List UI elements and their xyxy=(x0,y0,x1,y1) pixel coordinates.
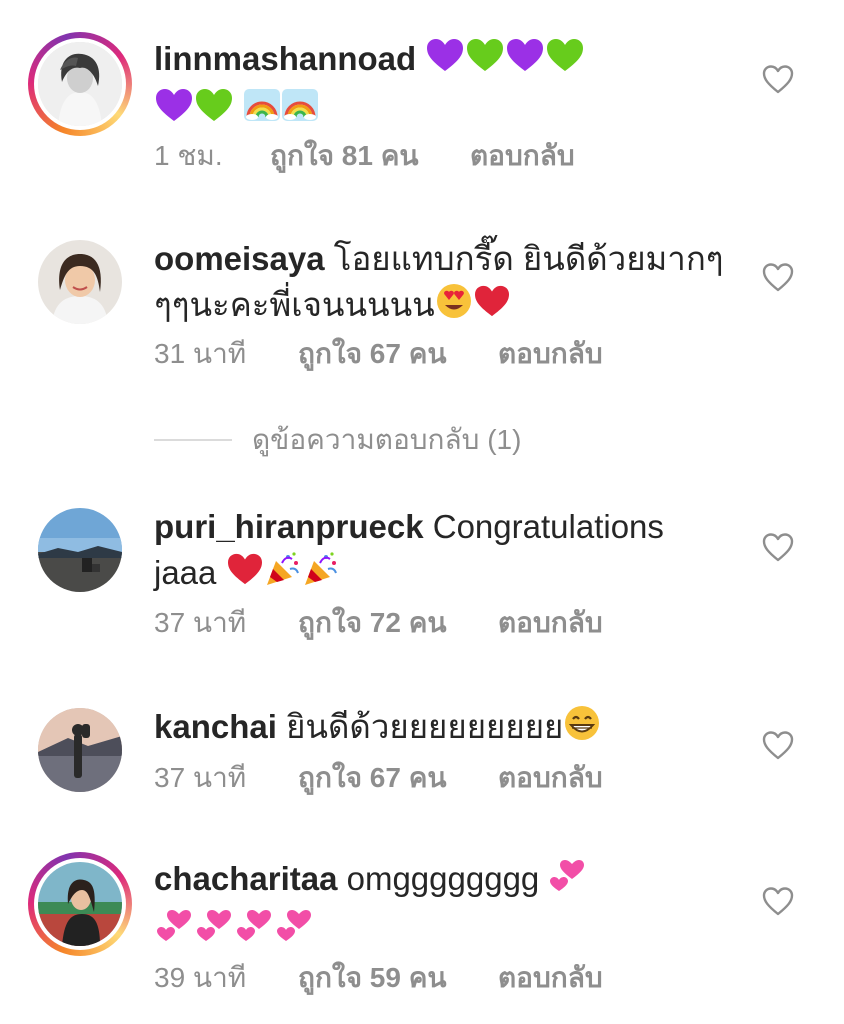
red-heart-icon xyxy=(226,552,264,598)
like-heart-icon[interactable] xyxy=(762,886,794,916)
comment-text: omgggggggg xyxy=(346,860,540,897)
reply-button[interactable]: ตอบกลับ xyxy=(498,334,603,374)
comment-username[interactable]: linnmashannoad xyxy=(154,40,416,77)
comment-time: 37 นาที xyxy=(154,607,247,638)
comment-username[interactable]: puri_hiranprueck xyxy=(154,508,424,545)
like-heart-icon[interactable] xyxy=(762,730,794,760)
two-hearts-icon xyxy=(234,907,274,955)
comment-text-line2: jaaa xyxy=(154,554,217,591)
comment-username[interactable]: kanchai xyxy=(154,708,277,745)
two-hearts-icon xyxy=(548,857,586,905)
comment-likes-count[interactable]: ถูกใจ 81 คน xyxy=(270,136,419,176)
avatar[interactable] xyxy=(38,708,122,792)
party-popper-icon xyxy=(302,551,340,599)
green-heart-icon xyxy=(194,87,234,135)
avatar[interactable] xyxy=(38,508,122,592)
purple-heart-icon xyxy=(154,87,194,135)
view-replies-label[interactable]: ดูข้อความตอบกลับ (1) xyxy=(252,420,521,460)
two-hearts-icon xyxy=(194,907,234,955)
comment-likes-count[interactable]: ถูกใจ 67 คน xyxy=(298,334,447,374)
heart-eyes-face-icon xyxy=(435,282,473,332)
reply-button[interactable]: ตอบกลับ xyxy=(470,136,575,176)
reply-button[interactable]: ตอบกลับ xyxy=(498,603,603,643)
comment-likes-count[interactable]: ถูกใจ 72 คน xyxy=(298,603,447,643)
comment-text: โอยแทบกรี๊ด ยินดีด้วยมากๆ xyxy=(333,240,724,277)
avatar[interactable] xyxy=(38,240,122,324)
comment-username[interactable]: chacharitaa xyxy=(154,860,337,897)
comment-text: Congratulations xyxy=(432,508,664,545)
avatar[interactable] xyxy=(38,42,122,126)
purple-heart-icon xyxy=(505,37,545,85)
reply-button[interactable]: ตอบกลับ xyxy=(498,958,603,998)
like-heart-icon[interactable] xyxy=(762,532,794,562)
comment-time: 1 ชม. xyxy=(154,140,223,171)
like-heart-icon[interactable] xyxy=(762,64,794,94)
reply-button[interactable]: ตอบกลับ xyxy=(498,758,603,798)
comment-likes-count[interactable]: ถูกใจ 59 คน xyxy=(298,958,447,998)
red-heart-icon xyxy=(473,284,511,330)
divider-line xyxy=(154,439,232,441)
avatar-story-ring[interactable] xyxy=(28,32,132,136)
rainbow-icon xyxy=(281,87,319,135)
green-heart-icon xyxy=(545,37,585,85)
comment-username[interactable]: oomeisaya xyxy=(154,240,325,277)
green-heart-icon xyxy=(465,37,505,85)
rainbow-icon xyxy=(243,87,281,135)
purple-heart-icon xyxy=(425,37,465,85)
two-hearts-icon xyxy=(154,907,194,955)
like-heart-icon[interactable] xyxy=(762,262,794,292)
avatar-story-ring[interactable] xyxy=(28,852,132,956)
comment-text-line2: ๆๆนะคะพี่เจนนนนน xyxy=(154,286,435,323)
comment-likes-count[interactable]: ถูกใจ 67 คน xyxy=(298,758,447,798)
party-popper-icon xyxy=(264,551,302,599)
avatar[interactable] xyxy=(38,862,122,946)
two-hearts-icon xyxy=(274,907,314,955)
comment-time: 31 นาที xyxy=(154,338,247,369)
grinning-face-icon xyxy=(563,704,601,754)
comment-time: 37 นาที xyxy=(154,762,247,793)
comment-text: ยินดีด้วยยยยยยยยย xyxy=(286,708,564,745)
comment-time: 39 นาที xyxy=(154,962,247,993)
